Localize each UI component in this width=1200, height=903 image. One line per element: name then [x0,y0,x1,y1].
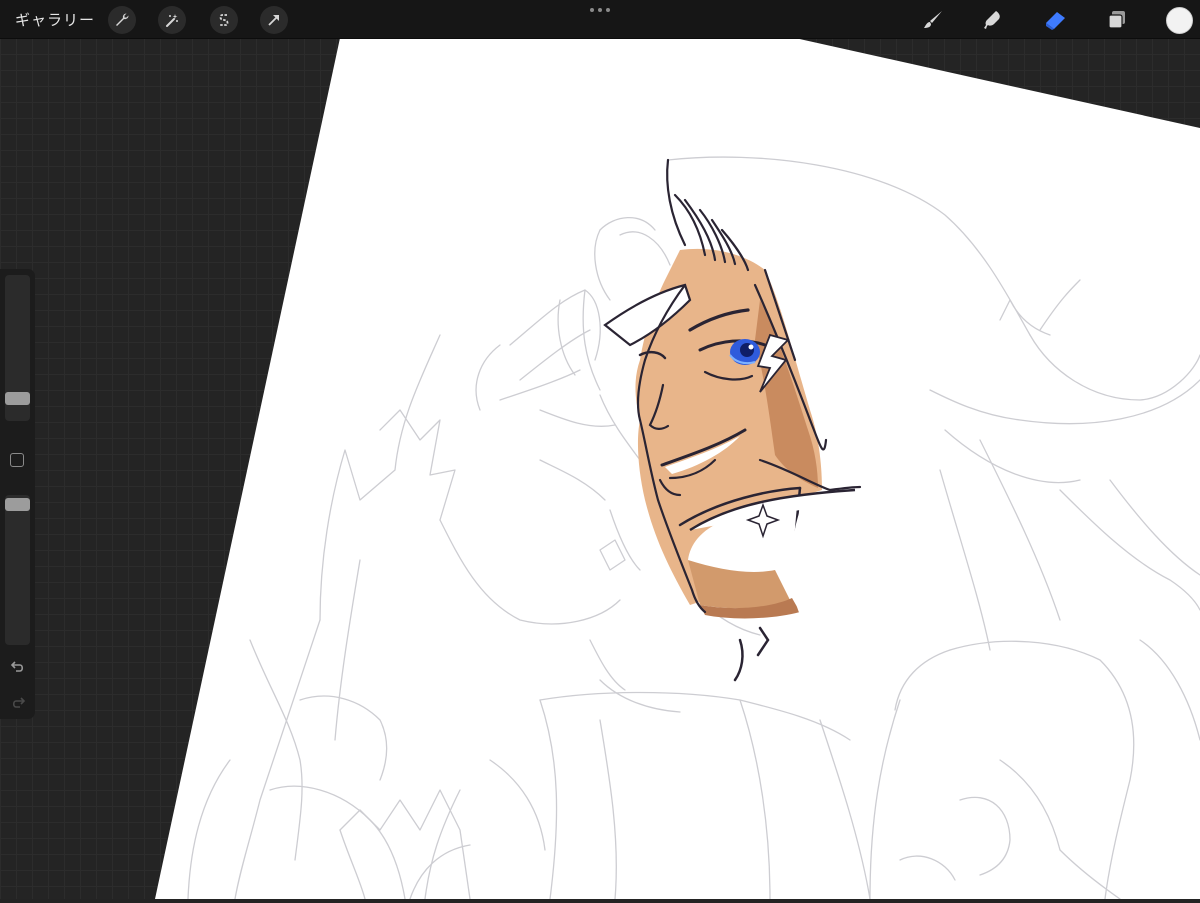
artwork[interactable] [0,0,1200,900]
brush-icon[interactable] [918,6,948,34]
gallery-button[interactable]: ギャラリー [15,9,95,30]
selection-s-icon[interactable] [210,6,238,34]
layers-icon[interactable] [1102,6,1132,34]
square-modify-icon[interactable] [10,453,24,467]
opacity-slider[interactable] [5,495,30,645]
wrench-icon[interactable] [108,6,136,34]
color-picker-swatch[interactable] [1166,7,1193,34]
top-toolbar: ギャラリー [0,0,1200,39]
eraser-icon[interactable] [1040,6,1070,34]
left-sidebar [0,269,35,719]
undo-arrow-icon[interactable] [7,655,29,677]
drawing-canvas[interactable] [0,0,1200,900]
arrow-cursor-icon[interactable] [260,6,288,34]
magic-wand-icon[interactable] [158,6,186,34]
redo-arrow-icon[interactable] [7,691,29,713]
brush-size-handle[interactable] [5,392,30,405]
smudge-icon[interactable] [978,6,1008,34]
more-options-icon[interactable] [588,3,612,17]
opacity-handle[interactable] [5,498,30,511]
